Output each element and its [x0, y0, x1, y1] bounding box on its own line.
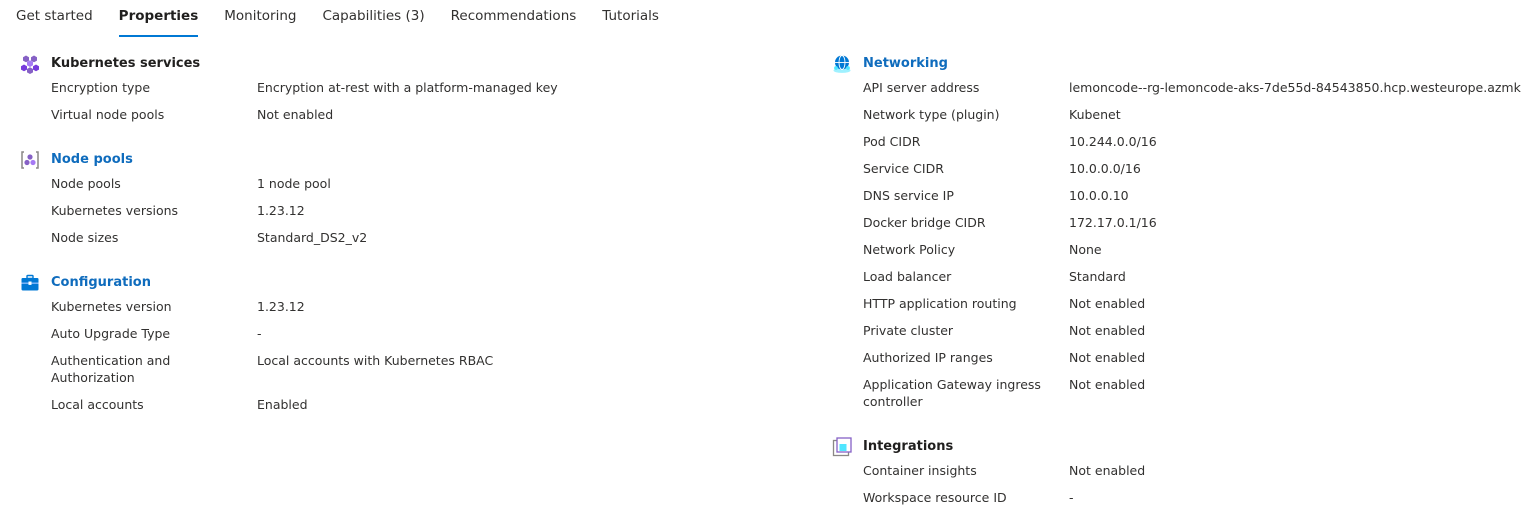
property-label: Kubernetes versions	[51, 203, 179, 218]
property-value: Standard_DS2_v2	[257, 230, 368, 245]
property-row: Virtual node pools Not enabled	[20, 106, 558, 123]
property-value: 1.23.12	[257, 203, 305, 218]
property-value: Not enabled	[257, 107, 334, 122]
property-row: Pod CIDR 10.244.0.0/16	[832, 133, 1521, 150]
property-label: Service CIDR	[863, 161, 944, 176]
section-title: Integrations	[863, 439, 954, 454]
property-value: Not enabled	[1069, 350, 1146, 365]
networking-icon	[832, 54, 852, 74]
property-label: Auto Upgrade Type	[51, 326, 171, 341]
property-value: 1.23.12	[257, 299, 305, 314]
node-pools-section: Node pools Node pools 1 node pool Kubern…	[20, 150, 558, 246]
integrations-icon	[832, 437, 852, 457]
property-value: Not enabled	[1069, 323, 1146, 338]
property-label: HTTP application routing	[863, 296, 1017, 311]
configuration-icon	[20, 273, 40, 293]
property-label: Load balancer	[863, 269, 952, 284]
property-value: lemoncode--rg-lemoncode-aks-7de55d-84543…	[1069, 80, 1521, 95]
tab-properties[interactable]: Properties	[118, 0, 198, 37]
tab-get-started[interactable]: Get started	[16, 0, 93, 32]
property-row: DNS service IP 10.0.0.10	[832, 187, 1521, 204]
property-row: Network Policy None	[832, 241, 1521, 258]
property-value: Local accounts with Kubernetes RBAC	[257, 353, 494, 368]
property-row: Container insights Not enabled	[832, 462, 1521, 479]
property-value: Kubenet	[1069, 107, 1121, 122]
property-row: Load balancer Standard	[832, 268, 1521, 285]
property-label: Network type (plugin)	[863, 107, 1000, 122]
property-label: API server address	[863, 80, 980, 95]
property-label: Authentication and Authorization	[51, 353, 171, 385]
section-title: Kubernetes services	[51, 56, 201, 71]
properties-right-column: Networking API server address lemoncode-…	[832, 54, 1521, 506]
property-row: Kubernetes versions 1.23.12	[20, 202, 558, 219]
section-header: Integrations	[832, 437, 1521, 457]
tab-monitoring[interactable]: Monitoring	[224, 0, 296, 32]
property-row: Local accounts Enabled	[20, 396, 558, 413]
property-row: Service CIDR 10.0.0.0/16	[832, 160, 1521, 177]
property-row: Private cluster Not enabled	[832, 322, 1521, 339]
property-row: Auto Upgrade Type -	[20, 325, 558, 342]
property-value: Not enabled	[1069, 463, 1146, 478]
property-value: Enabled	[257, 397, 308, 412]
section-header: Node pools	[20, 150, 558, 170]
property-label: Workspace resource ID	[863, 490, 1007, 505]
configuration-link[interactable]: Configuration	[51, 273, 151, 293]
property-value: 10.0.0.0/16	[1069, 161, 1141, 176]
property-value: 172.17.0.1/16	[1069, 215, 1157, 230]
property-label: DNS service IP	[863, 188, 954, 203]
property-row: Docker bridge CIDR 172.17.0.1/16	[832, 214, 1521, 231]
property-label: Kubernetes version	[51, 299, 172, 314]
property-row: Kubernetes version 1.23.12	[20, 298, 558, 315]
tab-bar: Get started Properties Monitoring Capabi…	[16, 0, 685, 37]
section-header: Networking	[832, 54, 1521, 74]
property-value: -	[1069, 490, 1074, 505]
property-label: Local accounts	[51, 397, 144, 412]
property-label: Node pools	[51, 176, 121, 191]
property-label: Encryption type	[51, 80, 151, 95]
property-row: Encryption type Encryption at-rest with …	[20, 79, 558, 96]
property-value: 10.0.0.10	[1069, 188, 1129, 203]
property-value: 1 node pool	[257, 176, 331, 191]
property-label: Container insights	[863, 463, 977, 478]
networking-link[interactable]: Networking	[863, 54, 948, 74]
property-row: Node pools 1 node pool	[20, 175, 558, 192]
node-pools-icon	[20, 150, 40, 170]
property-row: Network type (plugin) Kubenet	[832, 106, 1521, 123]
property-label: Authorized IP ranges	[863, 350, 993, 365]
property-label: Virtual node pools	[51, 107, 165, 122]
property-row: Authentication and Authorization Local a…	[20, 352, 558, 386]
properties-left-column: Kubernetes services Encryption type Encr…	[20, 54, 558, 413]
property-row: Node sizes Standard_DS2_v2	[20, 229, 558, 246]
property-value: Not enabled	[1069, 377, 1146, 392]
property-row: Workspace resource ID -	[832, 489, 1521, 506]
property-label: Application Gateway ingress controller	[863, 377, 1041, 409]
property-label: Network Policy	[863, 242, 956, 257]
section-header: Configuration	[20, 273, 558, 293]
kubernetes-services-icon	[20, 54, 40, 74]
property-value: 10.244.0.0/16	[1069, 134, 1157, 149]
tab-tutorials[interactable]: Tutorials	[602, 0, 659, 32]
property-label: Node sizes	[51, 230, 119, 245]
integrations-section: Integrations Container insights Not enab…	[832, 437, 1521, 506]
node-pools-link[interactable]: Node pools	[51, 150, 133, 170]
property-value: Standard	[1069, 269, 1126, 284]
kubernetes-services-section: Kubernetes services Encryption type Encr…	[20, 54, 558, 123]
property-row: API server address lemoncode--rg-lemonco…	[832, 79, 1521, 96]
property-value: Encryption at-rest with a platform-manag…	[257, 80, 558, 95]
property-value: Not enabled	[1069, 296, 1146, 311]
property-value: -	[257, 326, 262, 341]
property-label: Pod CIDR	[863, 134, 921, 149]
property-label: Docker bridge CIDR	[863, 215, 986, 230]
property-value: None	[1069, 242, 1102, 257]
property-row: HTTP application routing Not enabled	[832, 295, 1521, 312]
tab-recommendations[interactable]: Recommendations	[451, 0, 577, 32]
configuration-section: Configuration Kubernetes version 1.23.12…	[20, 273, 558, 413]
section-header: Kubernetes services	[20, 54, 558, 74]
property-row: Authorized IP ranges Not enabled	[832, 349, 1521, 366]
property-row: Application Gateway ingress controller N…	[832, 376, 1521, 410]
property-label: Private cluster	[863, 323, 954, 338]
tab-capabilities[interactable]: Capabilities (3)	[322, 0, 424, 32]
networking-section: Networking API server address lemoncode-…	[832, 54, 1521, 410]
